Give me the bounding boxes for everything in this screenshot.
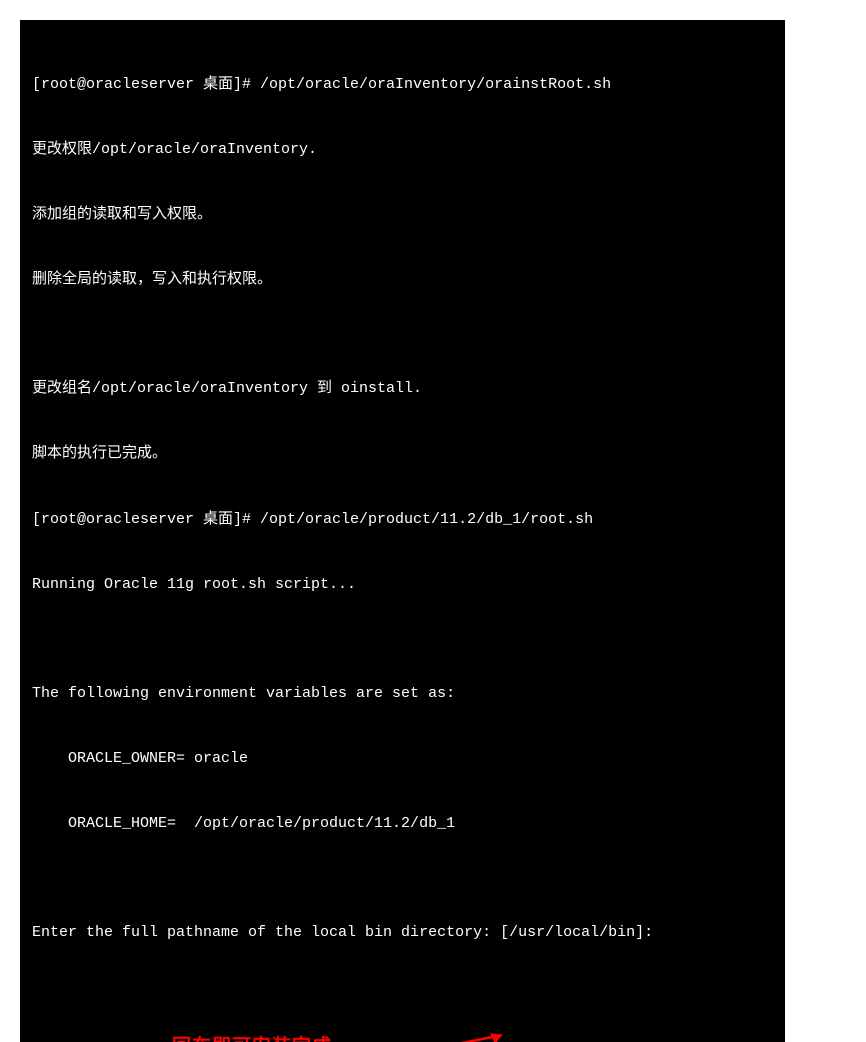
terminal-line: 更改权限/opt/oracle/oraInventory. bbox=[32, 139, 773, 161]
arrow-icon bbox=[362, 1027, 522, 1042]
terminal-line: ORACLE_HOME= /opt/oracle/product/11.2/db… bbox=[32, 813, 773, 835]
terminal-line: The following environment variables are … bbox=[32, 683, 773, 705]
terminal-line: Enter the full pathname of the local bin… bbox=[32, 922, 773, 944]
annotation-row: 回车即可安装完成。 bbox=[172, 1027, 773, 1042]
terminal-line: [root@oracleserver 桌面]# /opt/oracle/oraI… bbox=[32, 74, 773, 96]
terminal-line: Running Oracle 11g root.sh script... bbox=[32, 574, 773, 596]
annotation-text: 回车即可安装完成。 bbox=[172, 1033, 352, 1042]
terminal-line: 更改组名/opt/oracle/oraInventory 到 oinstall. bbox=[32, 378, 773, 400]
terminal-line: [root@oracleserver 桌面]# /opt/oracle/prod… bbox=[32, 509, 773, 531]
terminal-line: 脚本的执行已完成。 bbox=[32, 443, 773, 465]
terminal-line: 删除全局的读取，写入和执行权限。 bbox=[32, 269, 773, 291]
terminal-line: ORACLE_OWNER= oracle bbox=[32, 748, 773, 770]
terminal-window[interactable]: [root@oracleserver 桌面]# /opt/oracle/oraI… bbox=[20, 20, 785, 1042]
terminal-line: 添加组的读取和写入权限。 bbox=[32, 204, 773, 226]
